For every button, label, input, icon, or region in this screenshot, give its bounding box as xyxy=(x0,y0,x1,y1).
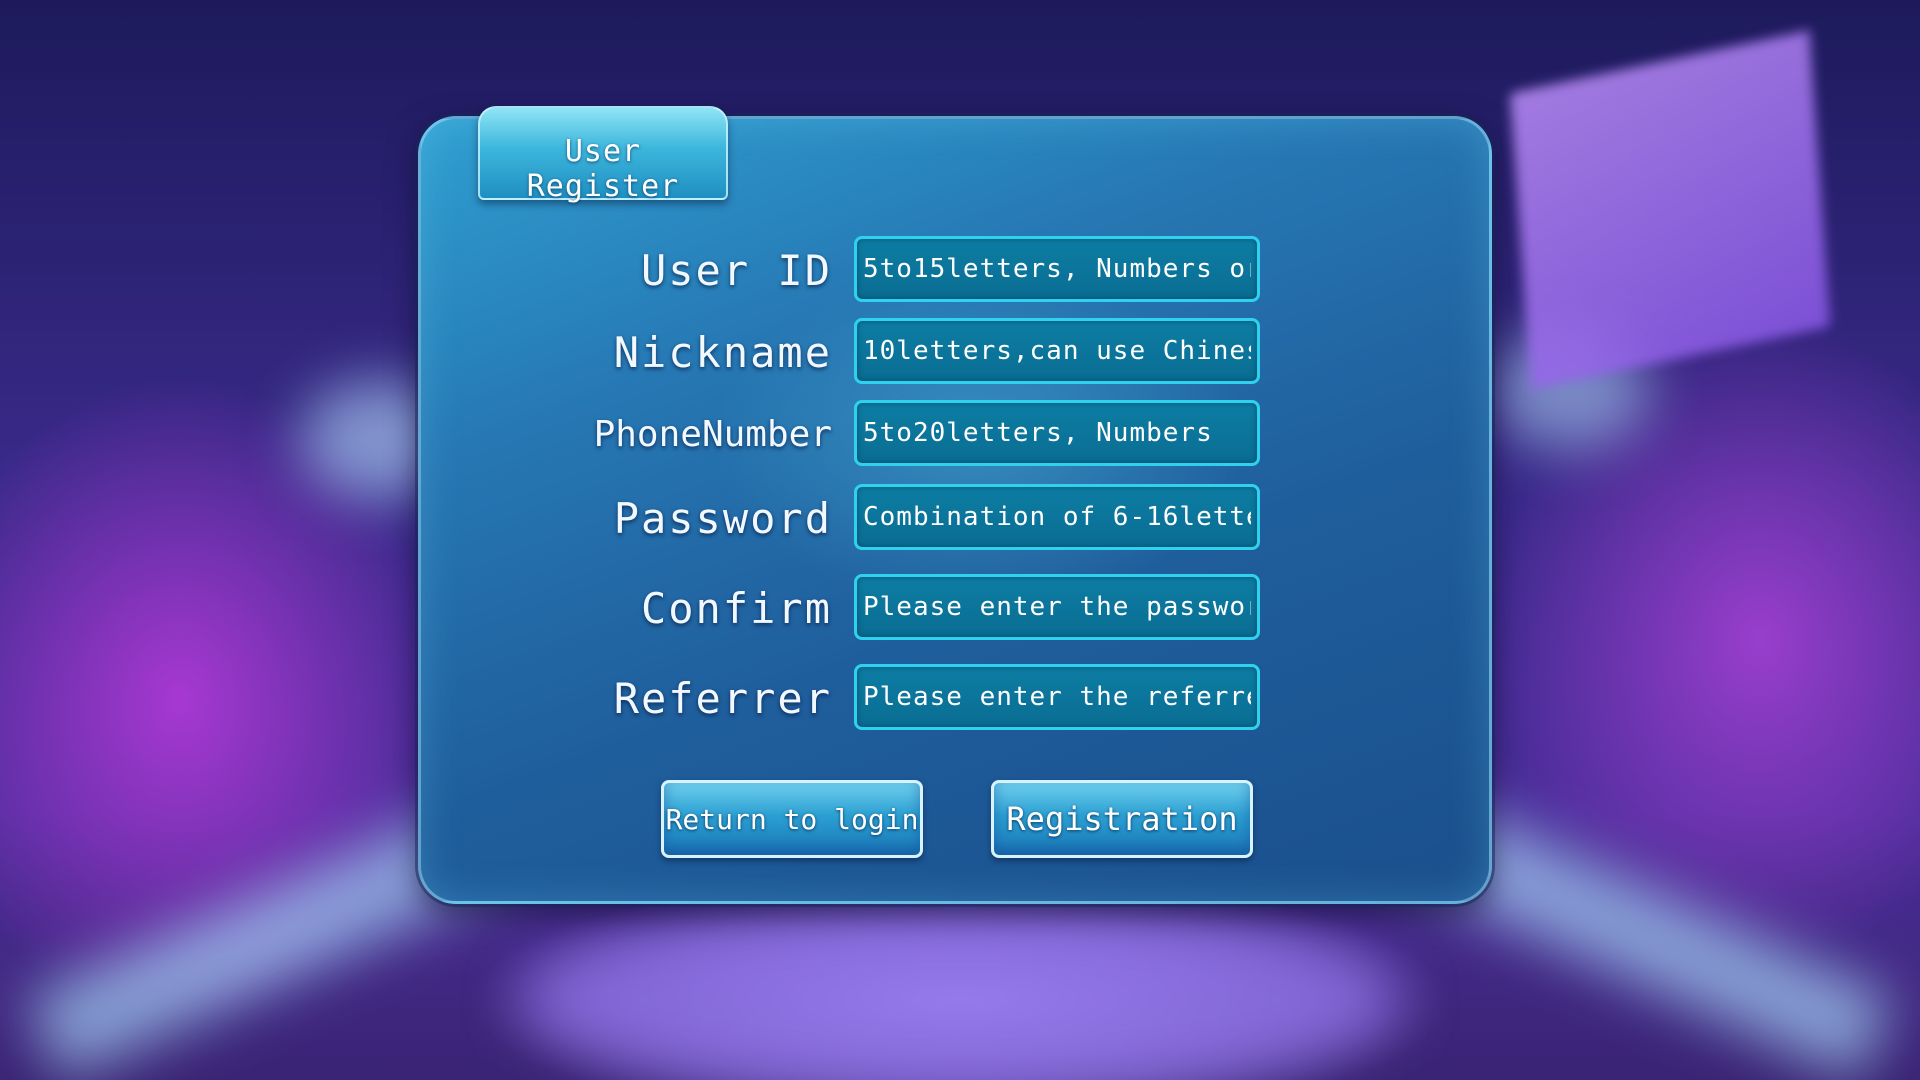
phone-number-label: PhoneNumber xyxy=(593,414,832,455)
phone-number-input[interactable] xyxy=(854,400,1260,466)
referrer-input[interactable] xyxy=(854,664,1260,730)
user-id-input[interactable] xyxy=(854,236,1260,302)
user-id-label: User ID xyxy=(640,246,832,295)
dialog-title: User Register xyxy=(526,134,680,204)
nickname-input[interactable] xyxy=(854,318,1260,384)
password-label: Password xyxy=(613,494,832,543)
referrer-label: Referrer xyxy=(613,674,832,723)
confirm-label: Confirm xyxy=(640,584,832,633)
background-screen xyxy=(1509,30,1831,390)
return-to-login-button[interactable]: Return to login xyxy=(661,780,923,858)
nickname-label: Nickname xyxy=(613,328,832,377)
confirm-password-input[interactable] xyxy=(854,574,1260,640)
dialog-title-tab: User Register xyxy=(478,106,728,204)
registration-button[interactable]: Registration xyxy=(991,780,1253,858)
stage-platform xyxy=(520,900,1400,1080)
password-input[interactable] xyxy=(854,484,1260,550)
